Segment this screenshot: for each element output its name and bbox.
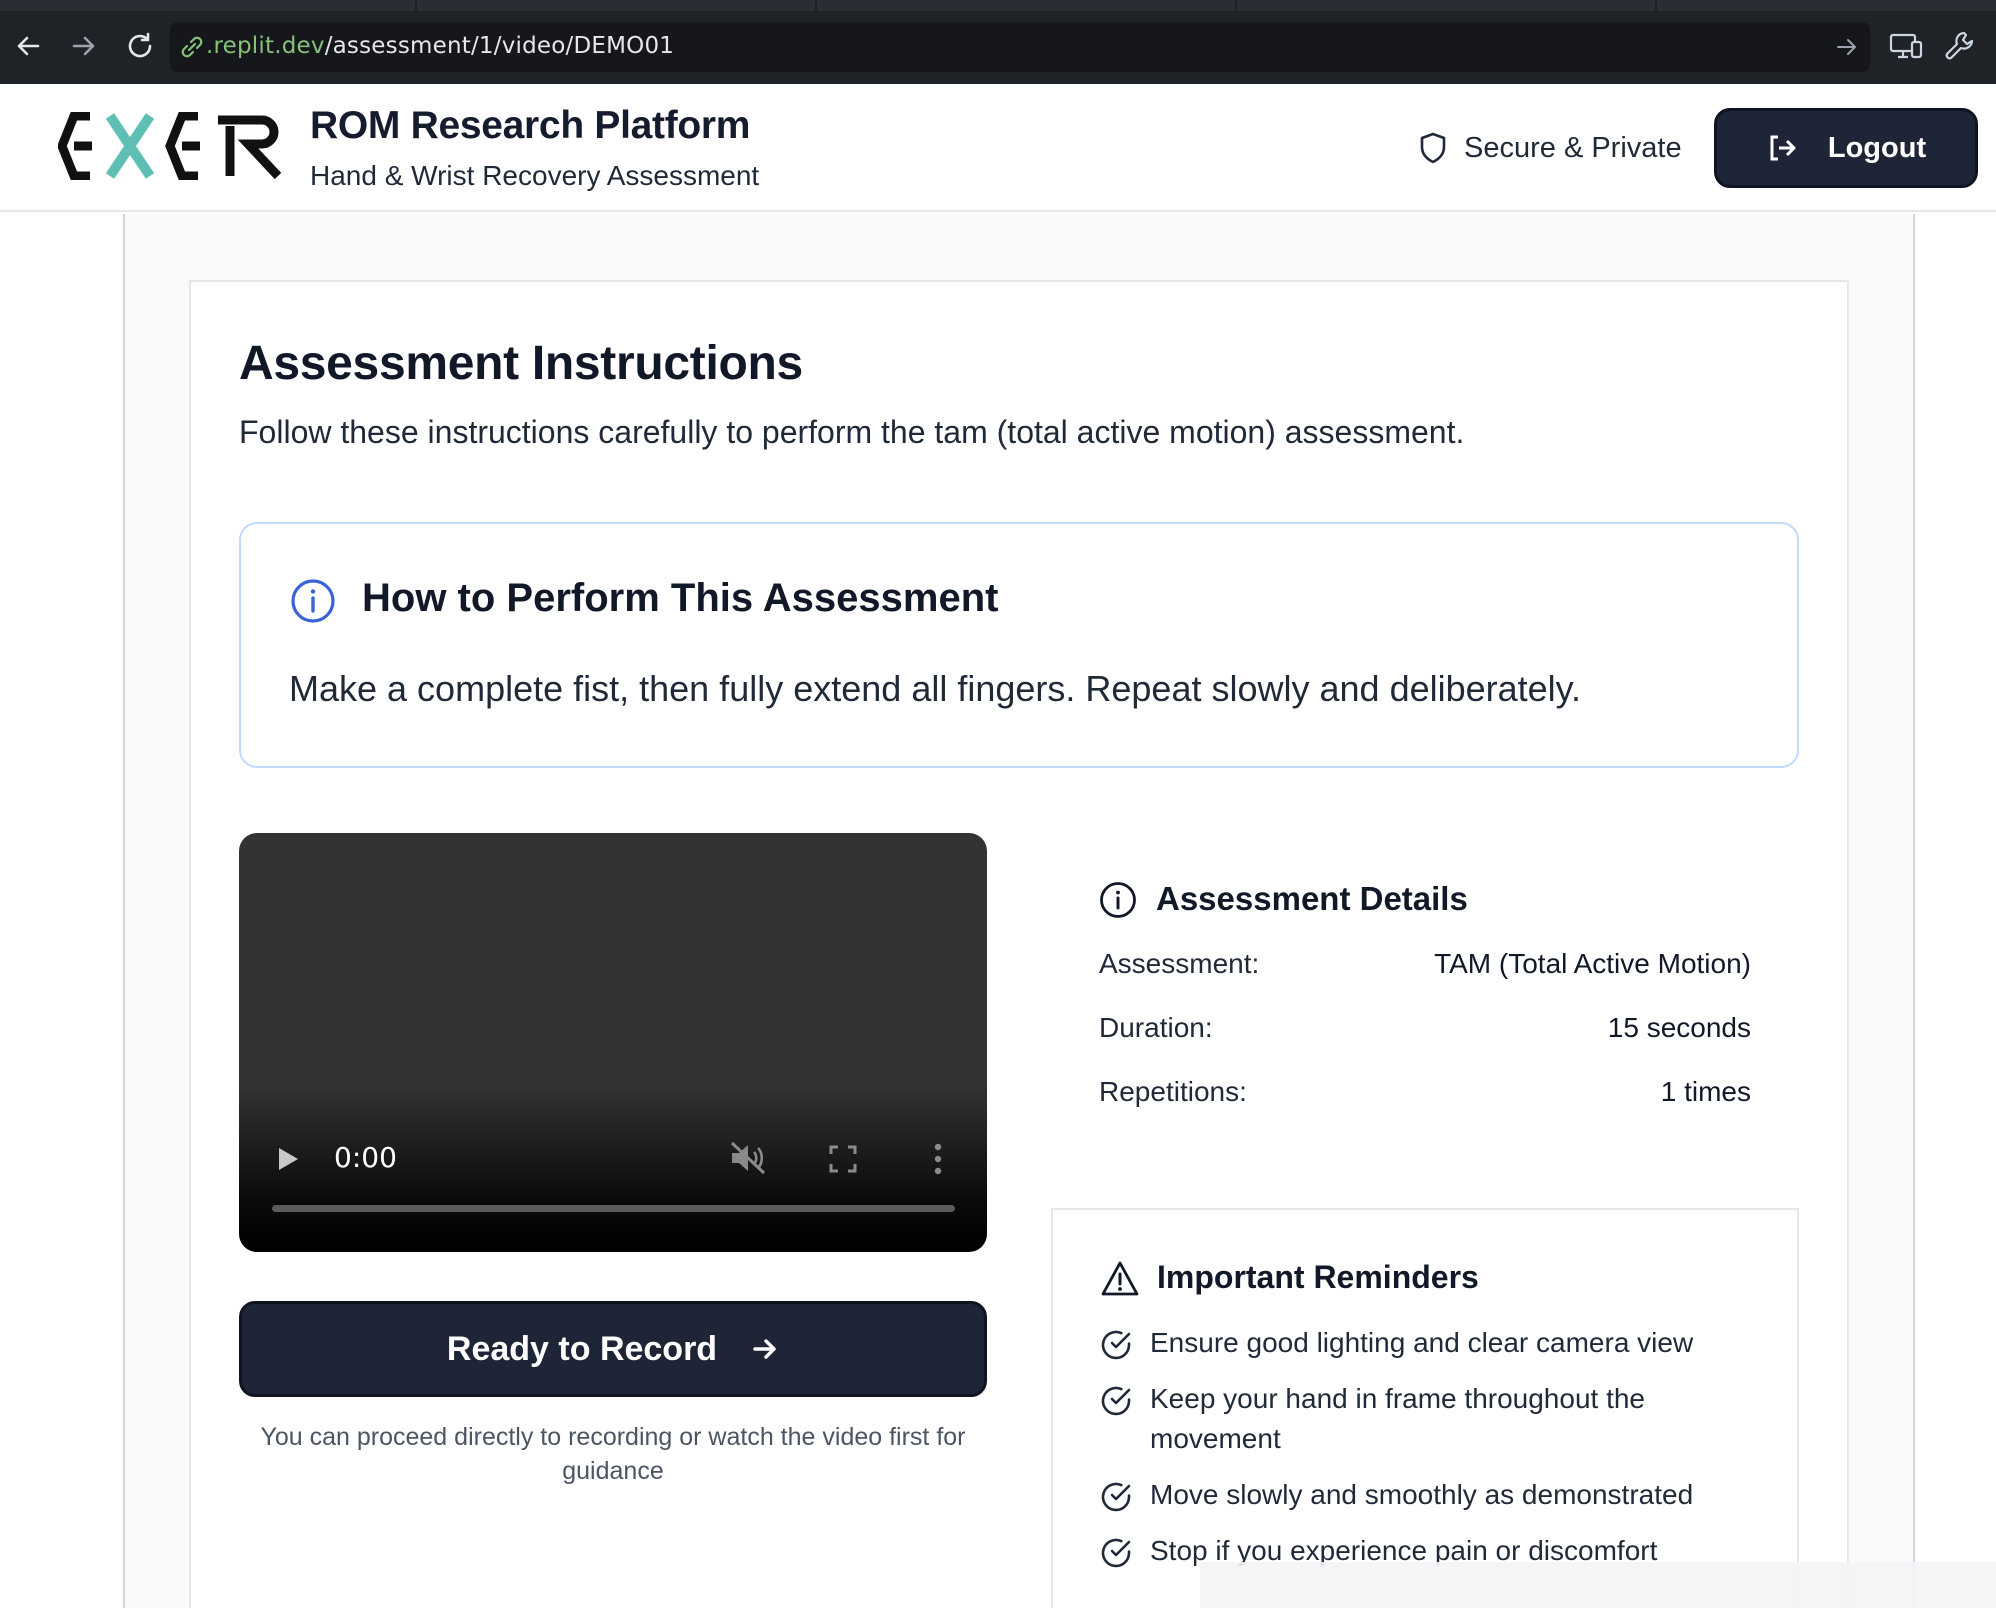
check-circle-icon <box>1101 1482 1131 1512</box>
record-note: You can proceed directly to recording or… <box>260 1423 966 1485</box>
video-time: 0:00 <box>334 1141 397 1174</box>
platform-subtitle: Hand & Wrist Recovery Assessment <box>310 160 760 191</box>
tab-strip <box>0 0 1996 11</box>
reminder-item: Move slowly and smoothly as demonstrated <box>1100 1475 1780 1515</box>
reload-icon[interactable] <box>122 28 158 64</box>
detail-label: Repetitions: <box>1099 1076 1247 1107</box>
info-icon <box>291 579 335 623</box>
detail-row-duration: Duration: 15 seconds <box>1099 1012 1751 1044</box>
link-icon <box>181 36 203 58</box>
more-options-icon[interactable] <box>930 1142 946 1176</box>
detail-label: Assessment: <box>1099 948 1260 979</box>
demo-video-player[interactable] <box>239 833 987 1252</box>
wrench-icon[interactable] <box>1942 28 1978 64</box>
logout-label: Logout <box>1827 131 1927 164</box>
reminders-title: Important Reminders <box>1157 1259 1479 1295</box>
secure-badge: Secure & Private <box>1418 128 1682 168</box>
info-icon <box>1100 882 1136 918</box>
url-text: .replit.dev/assessment/1/video/DEMO01 <box>206 33 675 59</box>
detail-label: Duration: <box>1099 1012 1213 1043</box>
reminder-text: Move slowly and smoothly as demonstrated <box>1150 1479 1694 1510</box>
back-icon[interactable] <box>10 28 46 64</box>
logout-icon <box>1770 135 1796 161</box>
check-circle-icon <box>1101 1386 1131 1416</box>
howto-panel <box>239 522 1799 768</box>
detail-row-repetitions: Repetitions: 1 times <box>1099 1076 1751 1108</box>
howto-text: Make a complete fist, then fully extend … <box>289 668 1582 709</box>
forward-icon[interactable] <box>66 28 102 64</box>
reminder-item: Keep your hand in frame throughout the m… <box>1100 1379 1700 1459</box>
exer-logo <box>58 112 282 180</box>
devices-icon[interactable] <box>1888 28 1924 64</box>
reminder-text: Ensure good lighting and clear camera vi… <box>1150 1327 1694 1358</box>
muted-volume-icon[interactable] <box>728 1140 768 1176</box>
browser-toolbar: .replit.dev/assessment/1/video/DEMO01 <box>0 0 1996 84</box>
address-bar[interactable]: .replit.dev/assessment/1/video/DEMO01 <box>170 22 1870 72</box>
warning-triangle-icon <box>1101 1261 1139 1296</box>
instructions-intro: Follow these instructions carefully to p… <box>239 414 1465 450</box>
go-arrow-icon[interactable] <box>1834 34 1860 60</box>
secure-label: Secure & Private <box>1464 131 1682 164</box>
reminder-text: Keep your hand in frame throughout the m… <box>1150 1383 1646 1454</box>
video-progress-bar[interactable] <box>272 1205 955 1212</box>
logout-button[interactable]: Logout <box>1714 108 1978 188</box>
platform-title: ROM Research Platform <box>310 104 751 147</box>
bottom-overlay <box>1200 1562 1996 1608</box>
record-button-label: Ready to Record <box>446 1329 718 1368</box>
detail-value: TAM (Total Active Motion) <box>1434 948 1751 979</box>
app-header <box>0 84 1996 212</box>
details-title: Assessment Details <box>1156 880 1468 917</box>
reminder-item: Ensure good lighting and clear camera vi… <box>1100 1323 1780 1363</box>
detail-value: 15 seconds <box>1607 1012 1751 1043</box>
play-icon[interactable] <box>276 1146 300 1172</box>
detail-value: 1 times <box>1660 1076 1751 1107</box>
page-title: Assessment Instructions <box>239 337 803 390</box>
howto-title: How to Perform This Assessment <box>362 576 999 620</box>
arrow-right-icon <box>753 1339 776 1359</box>
shield-icon <box>1420 132 1446 164</box>
ready-to-record-button[interactable]: Ready to Record <box>239 1301 987 1397</box>
fullscreen-icon[interactable] <box>828 1144 858 1174</box>
check-circle-icon <box>1101 1330 1131 1360</box>
check-circle-icon <box>1101 1538 1131 1568</box>
detail-row-assessment: Assessment: TAM (Total Active Motion) <box>1099 948 1751 980</box>
